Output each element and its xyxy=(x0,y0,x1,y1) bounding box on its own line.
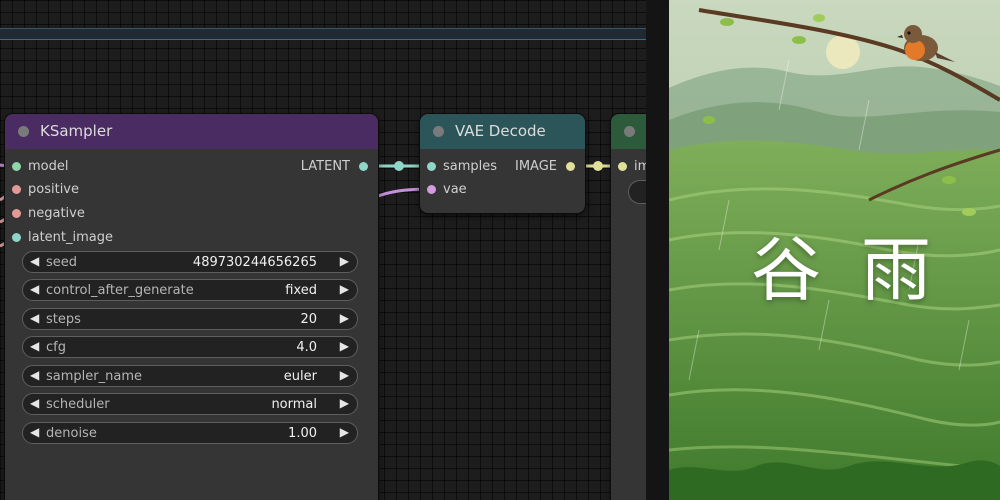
decrement-arrow-icon[interactable]: ◀ xyxy=(30,254,39,268)
slot-label: IMAGE xyxy=(514,159,557,174)
slot-label: im xyxy=(634,159,646,174)
slot-dot[interactable] xyxy=(12,162,21,171)
widget-value[interactable]: 4.0 xyxy=(296,340,317,355)
decrement-arrow-icon[interactable]: ◀ xyxy=(30,339,39,353)
increment-arrow-icon[interactable]: ▶ xyxy=(340,311,349,325)
widget-value[interactable]: 1.00 xyxy=(288,426,317,441)
input-slot-samples[interactable]: samples xyxy=(427,158,498,176)
node-title: KSampler xyxy=(40,122,113,140)
output-slot-latent[interactable]: LATENT xyxy=(300,158,368,176)
slot-label: vae xyxy=(443,182,467,197)
widget-seed[interactable]: ◀ seed 489730244656265 ▶ xyxy=(22,251,358,273)
input-slot-model[interactable]: model xyxy=(12,158,69,176)
widget-label: sampler_name xyxy=(46,369,142,384)
collapse-dot[interactable] xyxy=(433,126,444,137)
slot-dot[interactable] xyxy=(12,209,21,218)
increment-arrow-icon[interactable]: ▶ xyxy=(340,254,349,268)
wire-midpoint-dot xyxy=(394,161,404,171)
wire-midpoint-dot xyxy=(593,161,603,171)
slot-dot[interactable] xyxy=(427,162,436,171)
increment-arrow-icon[interactable]: ▶ xyxy=(340,368,349,382)
save-image-header[interactable] xyxy=(611,114,646,149)
slot-label: positive xyxy=(28,182,79,197)
input-slot-negative[interactable]: negative xyxy=(12,205,85,223)
slot-dot[interactable] xyxy=(12,185,21,194)
slot-label: negative xyxy=(28,206,85,221)
widget-label: steps xyxy=(46,312,81,327)
save-image-node[interactable]: im xyxy=(611,114,646,500)
decrement-arrow-icon[interactable]: ◀ xyxy=(30,396,39,410)
input-slot-latent-image[interactable]: latent_image xyxy=(12,229,114,247)
slot-dot[interactable] xyxy=(12,233,21,242)
collapse-dot[interactable] xyxy=(18,126,29,137)
ksampler-node[interactable]: KSampler model positive negative latent_… xyxy=(5,114,378,500)
widget-label: scheduler xyxy=(46,397,110,412)
slot-label: model xyxy=(28,159,69,174)
ksampler-header[interactable]: KSampler xyxy=(5,114,378,149)
widget-label: control_after_generate xyxy=(46,283,194,298)
collapse-dot[interactable] xyxy=(624,126,635,137)
slot-label: samples xyxy=(443,159,498,174)
slot-dot[interactable] xyxy=(566,162,575,171)
increment-arrow-icon[interactable]: ▶ xyxy=(340,425,349,439)
input-slot-positive[interactable]: positive xyxy=(12,181,79,199)
vae-decode-node[interactable]: VAE Decode samples vae IMAGE xyxy=(420,114,585,213)
slot-dot[interactable] xyxy=(618,162,627,171)
decrement-arrow-icon[interactable]: ◀ xyxy=(30,425,39,439)
widget-sampler-name[interactable]: ◀ sampler_name euler ▶ xyxy=(22,365,358,387)
slot-dot[interactable] xyxy=(359,162,368,171)
slot-label: LATENT xyxy=(300,159,350,174)
widget-value[interactable]: 489730244656265 xyxy=(193,255,317,270)
panel-divider[interactable] xyxy=(646,0,669,500)
output-slot-image[interactable]: IMAGE xyxy=(514,158,575,176)
input-slot-vae[interactable]: vae xyxy=(427,181,467,199)
vae-decode-header[interactable]: VAE Decode xyxy=(420,114,585,149)
widget-value[interactable]: euler xyxy=(284,369,317,384)
decrement-arrow-icon[interactable]: ◀ xyxy=(30,368,39,382)
increment-arrow-icon[interactable]: ▶ xyxy=(340,282,349,296)
widget-label: seed xyxy=(46,255,78,270)
widget-cfg[interactable]: ◀ cfg 4.0 ▶ xyxy=(22,336,358,358)
slot-label: latent_image xyxy=(28,230,114,245)
node-graph-canvas[interactable]: KSampler model positive negative latent_… xyxy=(0,0,646,500)
increment-arrow-icon[interactable]: ▶ xyxy=(340,396,349,410)
input-slot-images[interactable]: im xyxy=(618,158,646,176)
landscape-illustration xyxy=(669,0,1000,500)
widget-label: cfg xyxy=(46,340,66,355)
increment-arrow-icon[interactable]: ▶ xyxy=(340,339,349,353)
widget-control-after-generate[interactable]: ◀ control_after_generate fixed ▶ xyxy=(22,279,358,301)
widget-steps[interactable]: ◀ steps 20 ▶ xyxy=(22,308,358,330)
widget-value[interactable]: fixed xyxy=(285,283,317,298)
decrement-arrow-icon[interactable]: ◀ xyxy=(30,282,39,296)
decrement-arrow-icon[interactable]: ◀ xyxy=(30,311,39,325)
widget-denoise[interactable]: ◀ denoise 1.00 ▶ xyxy=(22,422,358,444)
widget-label: denoise xyxy=(46,426,97,441)
filename-prefix-widget[interactable] xyxy=(628,180,646,204)
generated-image-preview: 谷 雨 xyxy=(669,0,1000,500)
widget-value[interactable]: normal xyxy=(271,397,317,412)
widget-scheduler[interactable]: ◀ scheduler normal ▶ xyxy=(22,393,358,415)
poster-character-1: 谷 xyxy=(751,229,821,311)
slot-dot[interactable] xyxy=(427,185,436,194)
poster-character-2: 雨 xyxy=(861,229,931,311)
node-title: VAE Decode xyxy=(455,122,546,140)
widget-value[interactable]: 20 xyxy=(300,312,317,327)
